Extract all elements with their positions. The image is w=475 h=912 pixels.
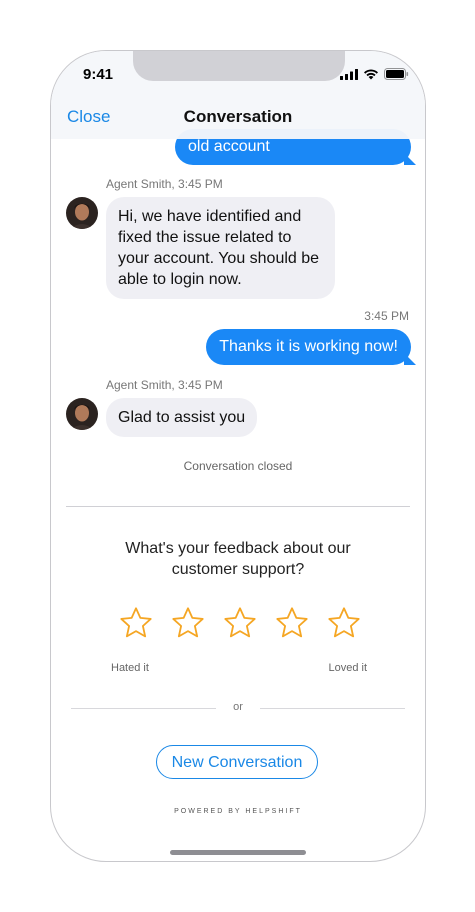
message-text: Glad to assist you <box>118 409 246 426</box>
feedback-question: What's your feedback about our customer … <box>125 540 351 578</box>
battery-icon <box>384 68 409 80</box>
status-icons <box>340 68 409 80</box>
or-line-right <box>260 708 405 709</box>
conversation-closed-label: Conversation closed <box>183 459 293 473</box>
agent-avatar <box>66 197 98 229</box>
message-sender: Agent Smith, 3:45 PM <box>106 378 223 392</box>
message-timestamp: 3:45 PM <box>364 309 409 323</box>
message-bubble-incoming: Glad to assist you <box>106 398 258 437</box>
agent-avatar <box>66 398 98 430</box>
new-conversation-button[interactable]: New Conversation <box>156 745 318 779</box>
message-sender: Agent Smith, 3:45 PM <box>106 177 223 191</box>
or-separator: or <box>71 701 405 715</box>
star-3-icon[interactable] <box>222 605 258 641</box>
wifi-icon <box>364 69 378 79</box>
device-notch <box>133 51 345 81</box>
page-title: Conversation <box>183 107 293 126</box>
star-5-icon[interactable] <box>326 605 362 641</box>
message-text: Hi, we have identified and fixed the iss… <box>118 208 320 288</box>
rating-label-high: Loved it <box>328 662 367 674</box>
message-text: old account <box>188 138 270 155</box>
star-4-icon[interactable] <box>274 605 310 641</box>
rating-label-low: Hated it <box>111 662 149 674</box>
section-divider <box>66 506 410 507</box>
home-indicator[interactable] <box>170 850 306 855</box>
conversation-content[interactable]: old account Agent Smith, 3:45 PM Hi, we … <box>51 51 425 861</box>
message-bubble-outgoing: Thanks it is working now! <box>206 329 411 365</box>
star-1-icon[interactable] <box>118 605 154 641</box>
status-time: 9:41 <box>83 66 114 83</box>
message-bubble-incoming: Hi, we have identified and fixed the iss… <box>106 197 335 299</box>
phone-frame: old account Agent Smith, 3:45 PM Hi, we … <box>50 50 426 862</box>
message-text: Thanks it is working now! <box>219 338 398 355</box>
star-rating[interactable] <box>118 605 362 641</box>
or-label: or <box>233 701 243 713</box>
star-2-icon[interactable] <box>170 605 206 641</box>
powered-by-label: POWERED BY HELPSHIFT <box>174 808 302 815</box>
